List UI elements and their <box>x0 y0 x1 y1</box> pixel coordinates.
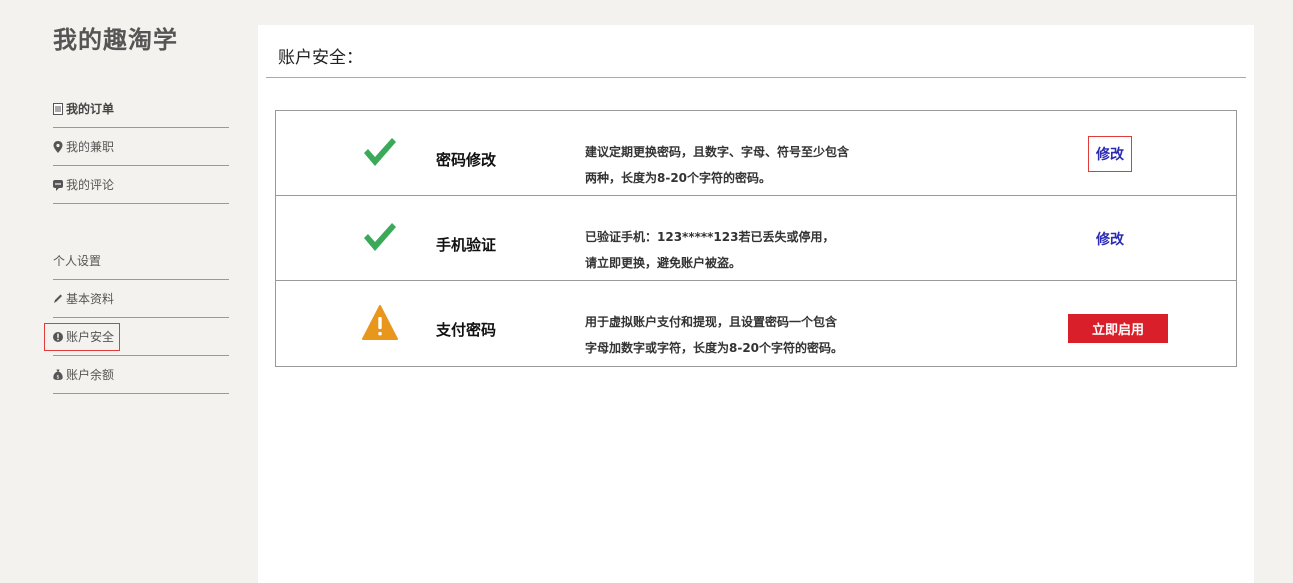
sidebar-item-label: 基本资料 <box>66 292 115 306</box>
brand-title: 我的趣淘学 <box>53 26 178 54</box>
sidebar-item-account-balance[interactable]: $ 账户余额 <box>53 356 229 394</box>
sidebar-item-account-security[interactable]: 账户安全 <box>44 318 229 356</box>
sidebar-item-comments[interactable]: 我的评论 <box>53 166 229 204</box>
sidebar-item-basic-info[interactable]: 基本资料 <box>53 280 229 318</box>
check-icon <box>362 220 398 256</box>
sidebar-item-orders[interactable]: 我的订单 <box>53 90 229 128</box>
sidebar-menu: 我的订单 我的兼职 我的评论 个人设置 基本资料 账户安全 $ 账户余额 <box>44 90 229 394</box>
main-panel: 账户安全： 密码修改 建议定期更换密码，且数字、字母、符号至少包含 两种，长度为… <box>258 25 1254 583</box>
modify-password-link[interactable]: 修改 <box>1088 136 1132 172</box>
speech-bubble-icon <box>53 179 63 191</box>
money-bag-icon: $ <box>53 369 63 381</box>
item-name: 支付密码 <box>436 321 497 339</box>
section-title-personal-settings: 个人设置 <box>53 242 229 280</box>
item-description: 已验证手机：123*****123若已丢失或停用， 请立即更换，避免账户被盗。 <box>585 224 885 276</box>
sidebar-item-label: 账户余额 <box>66 368 115 382</box>
security-row-payment-password: 支付密码 用于虚拟账户支付和提现，且设置密码一个包含 字母加数字或字符，长度为8… <box>276 281 1236 366</box>
warning-icon <box>362 305 398 341</box>
pencil-icon <box>53 293 63 305</box>
sidebar-item-label: 我的评论 <box>66 178 115 192</box>
description-line: 两种，长度为8-20个字符的密码。 <box>585 171 772 185</box>
document-icon <box>53 102 63 115</box>
modify-phone-link[interactable]: 修改 <box>1088 221 1132 257</box>
map-pin-icon <box>53 140 63 153</box>
title-divider <box>266 77 1246 78</box>
security-table: 密码修改 建议定期更换密码，且数字、字母、符号至少包含 两种，长度为8-20个字… <box>275 110 1237 367</box>
item-description: 用于虚拟账户支付和提现，且设置密码一个包含 字母加数字或字符，长度为8-20个字… <box>585 309 885 361</box>
security-row-phone: 手机验证 已验证手机：123*****123若已丢失或停用， 请立即更换，避免账… <box>276 196 1236 281</box>
sidebar-item-label: 我的兼职 <box>66 140 115 154</box>
description-line: 字母加数字或字符，长度为8-20个字符的密码。 <box>585 341 844 355</box>
security-row-password: 密码修改 建议定期更换密码，且数字、字母、符号至少包含 两种，长度为8-20个字… <box>276 111 1236 196</box>
sidebar-item-label: 我的订单 <box>66 102 115 116</box>
description-line: 用于虚拟账户支付和提现，且设置密码一个包含 <box>585 315 838 329</box>
description-line: 已验证手机：123*****123若已丢失或停用， <box>585 230 835 244</box>
check-icon <box>362 135 398 171</box>
item-name: 手机验证 <box>436 236 497 254</box>
active-highlight <box>44 323 120 351</box>
item-description: 建议定期更换密码，且数字、字母、符号至少包含 两种，长度为8-20个字符的密码。 <box>585 139 885 191</box>
sidebar: 我的趣淘学 我的订单 我的兼职 我的评论 个人设置 基本资料 账户安全 $ 账户… <box>0 0 258 583</box>
enable-now-button[interactable]: 立即启用 <box>1068 314 1168 343</box>
page-title: 账户安全： <box>278 48 363 68</box>
description-line: 建议定期更换密码，且数字、字母、符号至少包含 <box>585 145 850 159</box>
description-line: 请立即更换，避免账户被盗。 <box>585 256 742 270</box>
item-name: 密码修改 <box>436 151 497 169</box>
sidebar-item-parttime[interactable]: 我的兼职 <box>53 128 229 166</box>
svg-text:$: $ <box>56 374 59 380</box>
